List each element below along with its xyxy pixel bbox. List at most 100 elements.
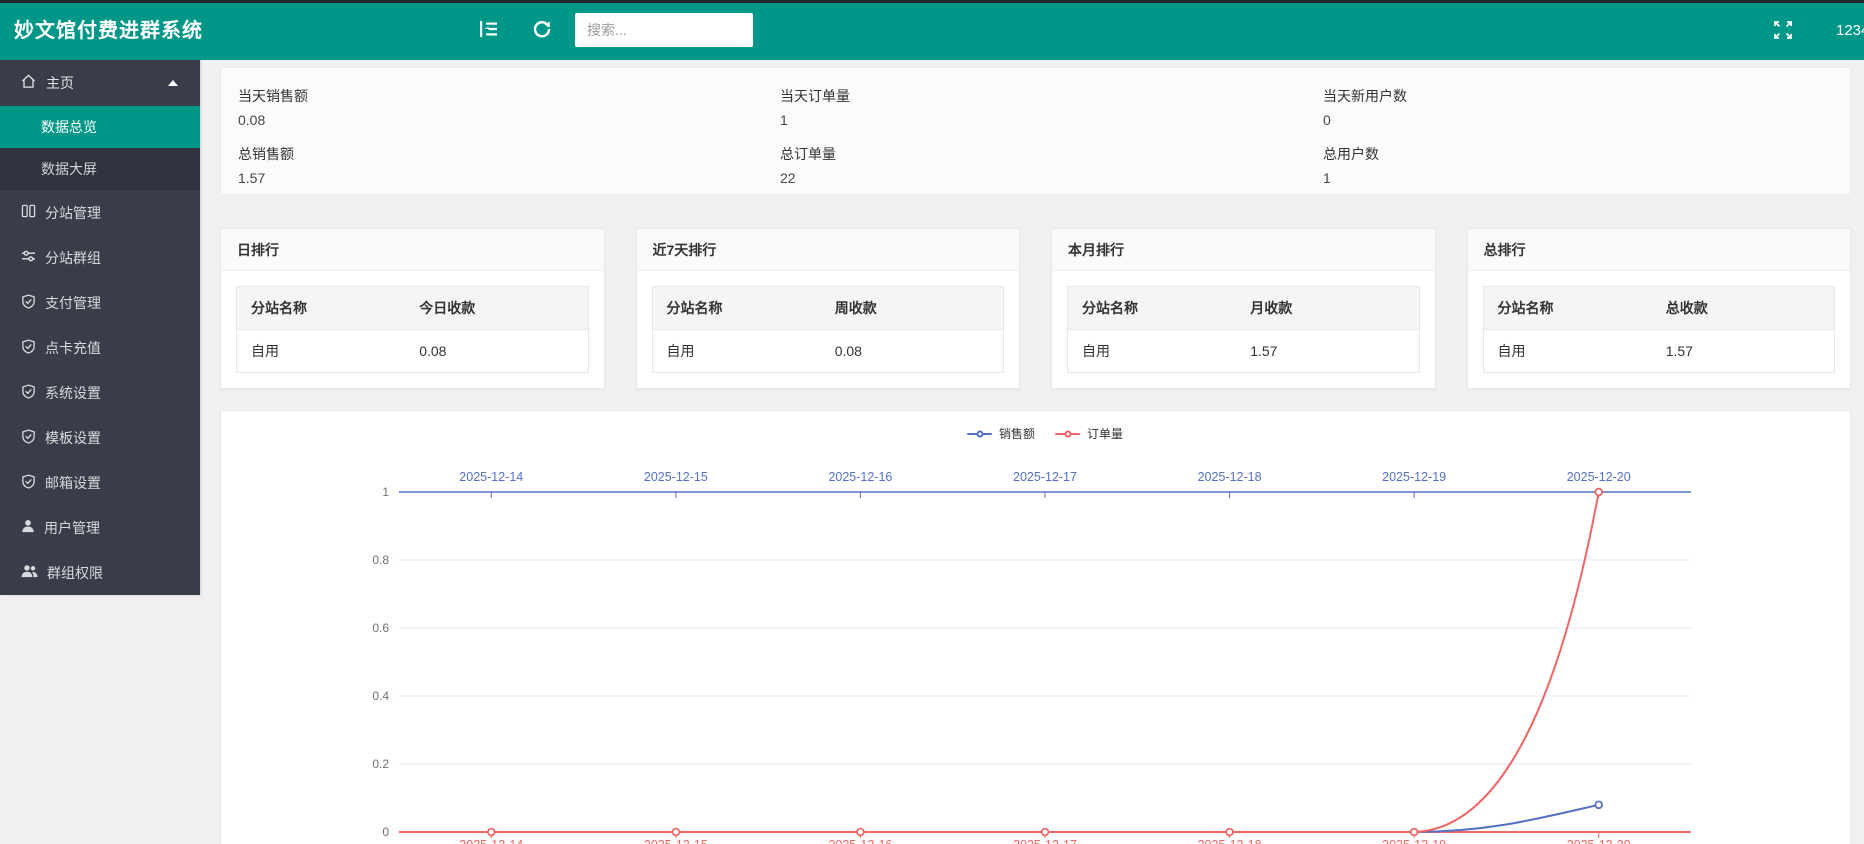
table-row: 自用1.57	[1483, 330, 1835, 373]
sidebar-item-4[interactable]: 系统设置	[0, 370, 200, 415]
x-axis-top-label: 2025-12-14	[459, 470, 523, 484]
ranking-card-title: 近7天排行	[637, 229, 1020, 271]
table-cell: 0.08	[405, 330, 588, 373]
data-point-orders	[672, 829, 679, 836]
legend-dot	[976, 430, 983, 437]
sidebar-items: 分站管理分站群组支付管理点卡充值系统设置模板设置邮箱设置用户管理群组权限	[0, 190, 200, 595]
sidebar-item-label: 系统设置	[45, 383, 101, 403]
sidebar-item-1[interactable]: 分站群组	[0, 235, 200, 280]
sidebar-item-7[interactable]: 用户管理	[0, 505, 200, 550]
stat-label: 当天新用户数	[1323, 86, 1850, 106]
stat-label: 总订单量	[780, 144, 1323, 164]
sidebar-item-label: 点卡充值	[45, 338, 101, 358]
ranking-col-header: 分站名称	[237, 287, 406, 330]
x-axis-bottom-label: 2025-12-16	[828, 838, 892, 844]
stat-cell-2: 当天新用户数 0	[1323, 77, 1850, 135]
stat-value: 1	[780, 112, 1323, 128]
table-cell: 0.08	[821, 330, 1004, 373]
users-icon	[21, 564, 38, 581]
ranking-card-0: 日排行分站名称今日收款自用0.08	[220, 228, 605, 389]
ranking-table: 分站名称月收款自用1.57	[1067, 286, 1420, 373]
refresh-icon[interactable]	[532, 19, 552, 44]
ranking-card-title: 本月排行	[1052, 229, 1435, 271]
stats-summary-card: 当天销售额0.08当天订单量1当天新用户数0总销售额1.57总订单量22总用户数…	[220, 67, 1851, 195]
sidebar-item-2[interactable]: 支付管理	[0, 280, 200, 325]
sidebar-menu: 主页 数据总览数据大屏 分站管理分站群组支付管理点卡充值系统设置模板设置邮箱设置…	[0, 60, 200, 595]
sales-orders-line-chart: 00.20.40.60.812025-12-142025-12-152025-1…	[221, 411, 1852, 844]
legend-dot	[1064, 430, 1071, 437]
sidebar-item-3[interactable]: 点卡充值	[0, 325, 200, 370]
sidebar-subitem-0[interactable]: 数据总览	[0, 106, 200, 148]
sidebar-item-label: 支付管理	[45, 293, 101, 313]
x-axis-top-label: 2025-12-20	[1567, 470, 1631, 484]
legend-label: 销售额	[999, 425, 1035, 442]
data-point-orders	[857, 829, 864, 836]
sidebar-item-label: 主页	[46, 73, 74, 93]
sales-chart-card: 销售额订单量 00.20.40.60.812025-12-142025-12-1…	[220, 410, 1851, 844]
sidebar-item-label: 用户管理	[44, 518, 100, 538]
sidebar-item-5[interactable]: 模板设置	[0, 415, 200, 460]
shield-check-icon	[21, 339, 36, 357]
sidebar-item-6[interactable]: 邮箱设置	[0, 460, 200, 505]
sidebar-home-submenu: 数据总览数据大屏	[0, 106, 200, 190]
ranking-col-header: 分站名称	[1068, 287, 1237, 330]
stat-label: 当天销售额	[238, 86, 780, 106]
window-top-edge	[0, 0, 1864, 3]
stats-grid: 当天销售额0.08当天订单量1当天新用户数0总销售额1.57总订单量22总用户数…	[221, 68, 1850, 193]
y-axis-tick-label: 0	[382, 825, 389, 839]
ranking-card-title: 日排行	[221, 229, 604, 271]
fullscreen-icon[interactable]	[1774, 21, 1792, 44]
current-username[interactable]: 12345	[1836, 0, 1864, 60]
table-cell: 自用	[1068, 330, 1237, 373]
series-line-orders	[491, 492, 1598, 832]
x-axis-bottom-label: 2025-12-20	[1567, 838, 1631, 844]
app-title: 妙文馆付费进群系统	[14, 0, 203, 60]
sidebar-item-0[interactable]: 分站管理	[0, 190, 200, 235]
stat-value: 0	[1323, 112, 1850, 128]
ranking-col-header: 月收款	[1236, 287, 1419, 330]
user-icon	[21, 519, 35, 536]
stat-label: 当天订单量	[780, 86, 1323, 106]
ranking-card-body: 分站名称总收款自用1.57	[1468, 271, 1851, 388]
data-point-orders	[1595, 489, 1602, 496]
sidebar-collapse-icon[interactable]	[479, 20, 499, 43]
dashboard-page: 妙文馆付费进群系统 12345	[0, 0, 1864, 844]
shield-check-icon	[21, 429, 36, 447]
legend-item-0[interactable]: 销售额	[967, 425, 1035, 442]
legend-label: 订单量	[1087, 425, 1123, 442]
ranking-card-body: 分站名称周收款自用0.08	[637, 271, 1020, 388]
x-axis-bottom-label: 2025-12-19	[1382, 838, 1446, 844]
ranking-col-header: 分站名称	[652, 287, 821, 330]
search-input[interactable]	[575, 13, 753, 47]
stat-cell-4: 总订单量22	[780, 135, 1323, 193]
stat-cell-0: 当天销售额0.08	[238, 77, 780, 135]
x-axis-top-label: 2025-12-16	[828, 470, 892, 484]
ranking-col-header: 分站名称	[1483, 287, 1652, 330]
ranking-table: 分站名称总收款自用1.57	[1483, 286, 1836, 373]
ranking-card-body: 分站名称今日收款自用0.08	[221, 271, 604, 388]
stat-cell-5: 总用户数1	[1323, 135, 1850, 193]
data-point-orders	[1226, 829, 1233, 836]
legend-marker-icon	[967, 433, 992, 435]
sidebar-item-home[interactable]: 主页	[0, 60, 200, 106]
home-icon	[21, 74, 36, 92]
x-axis-bottom-label: 2025-12-15	[644, 838, 708, 844]
table-cell: 1.57	[1236, 330, 1419, 373]
table-row: 自用0.08	[652, 330, 1004, 373]
legend-item-1[interactable]: 订单量	[1055, 425, 1123, 442]
table-cell: 自用	[652, 330, 821, 373]
sidebar-item-8[interactable]: 群组权限	[0, 550, 200, 595]
sidebar-item-label: 模板设置	[45, 428, 101, 448]
y-axis-tick-label: 0.2	[372, 757, 389, 771]
sidebar-item-label: 邮箱设置	[45, 473, 101, 493]
y-axis-tick-label: 1	[382, 485, 389, 499]
x-axis-top-label: 2025-12-18	[1198, 470, 1262, 484]
y-axis-tick-label: 0.6	[372, 621, 389, 635]
table-row: 自用1.57	[1068, 330, 1420, 373]
ranking-cards-row: 日排行分站名称今日收款自用0.08近7天排行分站名称周收款自用0.08本月排行分…	[220, 228, 1851, 389]
sidebar-subitem-1[interactable]: 数据大屏	[0, 148, 200, 190]
y-axis-tick-label: 0.4	[372, 689, 389, 703]
ranking-card-body: 分站名称月收款自用1.57	[1052, 271, 1435, 388]
data-point-sales	[1595, 801, 1602, 808]
ranking-col-header: 周收款	[821, 287, 1004, 330]
